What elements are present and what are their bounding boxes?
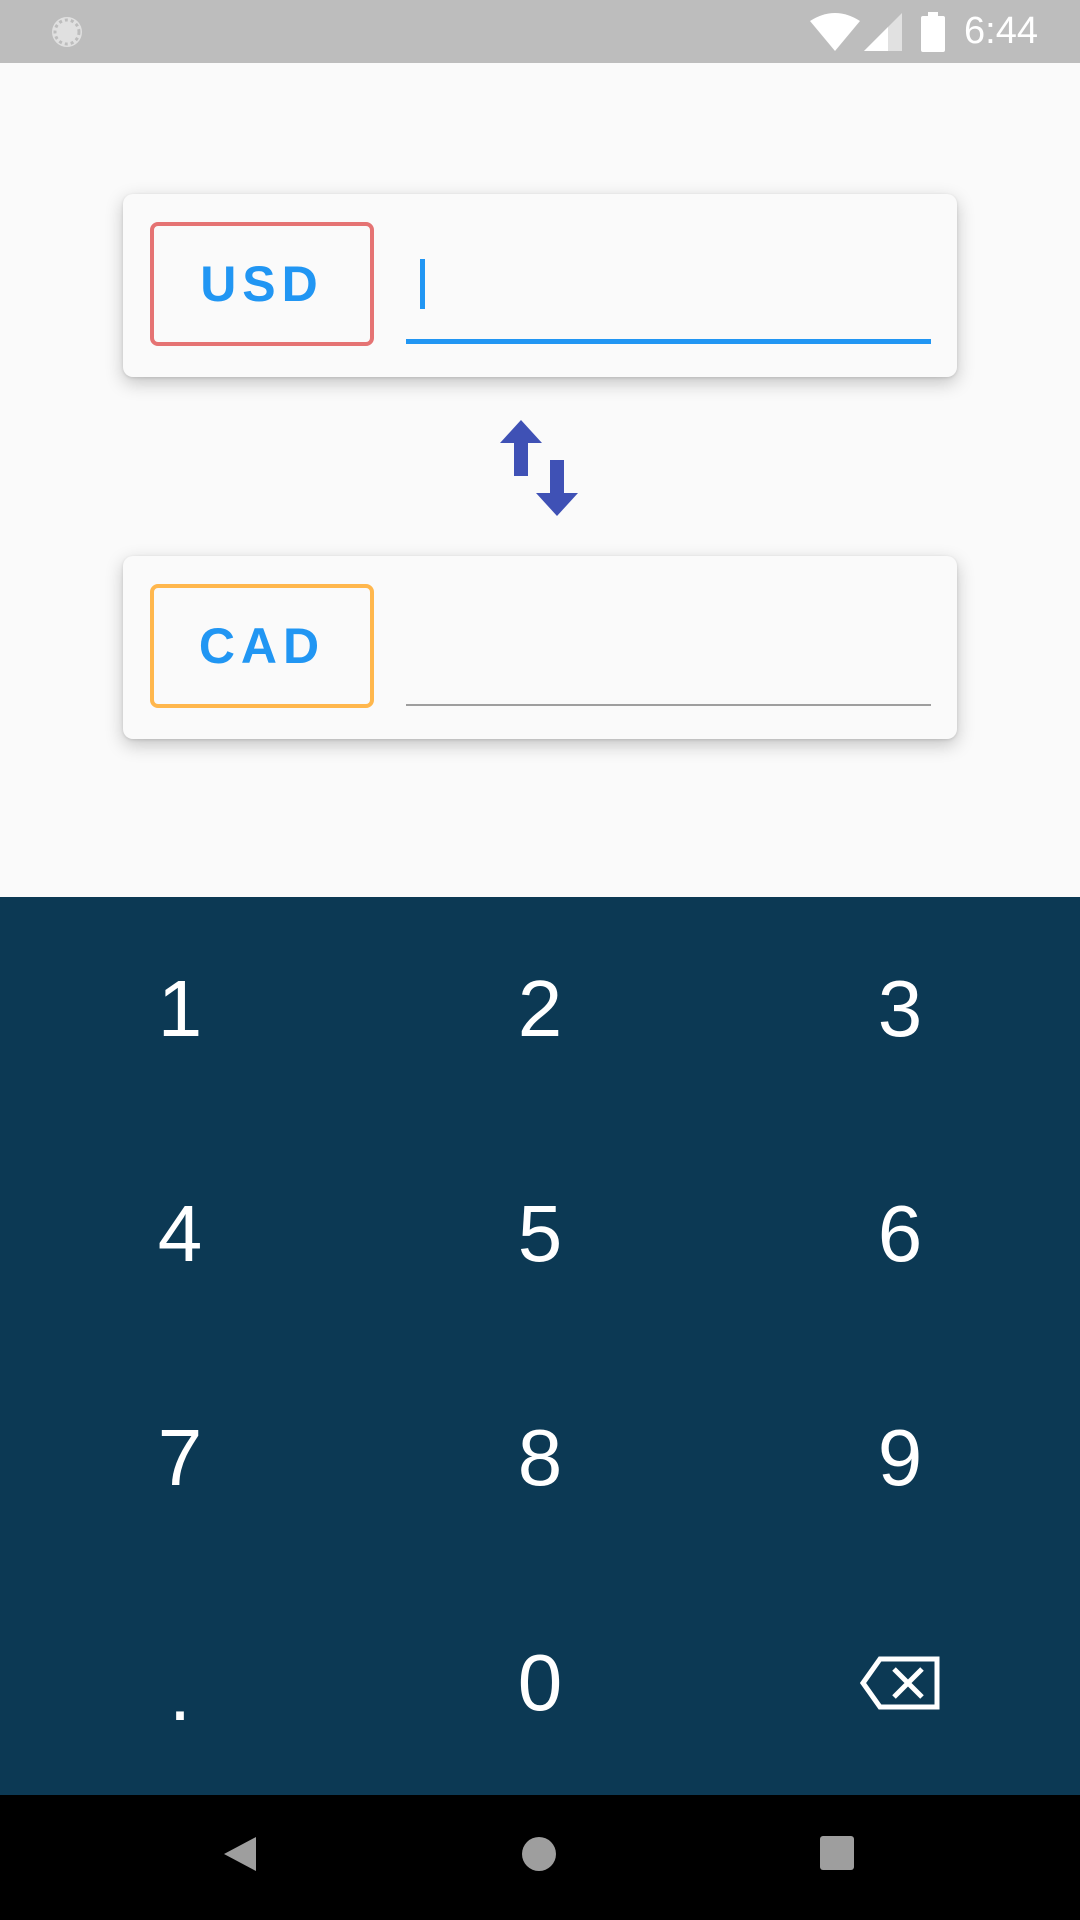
back-icon[interactable] [222,1835,258,1873]
to-currency-card: CAD [123,556,957,739]
from-currency-button[interactable]: USD [150,222,374,346]
key-6[interactable]: 6 [720,1122,1080,1347]
key-label: 8 [517,1413,563,1503]
swap-vertical-icon[interactable] [500,418,578,518]
from-amount-input[interactable] [406,224,931,344]
loading-icon [52,17,82,47]
to-currency-label: CAD [198,618,326,674]
key-label: 9 [877,1413,923,1503]
key-decimal[interactable]: . [0,1571,360,1796]
key-2[interactable]: 2 [360,897,720,1122]
key-0[interactable]: 0 [360,1571,720,1796]
key-label: 3 [877,964,923,1054]
backspace-icon [860,1656,940,1710]
to-currency-button[interactable]: CAD [150,584,374,708]
key-label: 1 [157,964,203,1054]
key-backspace[interactable] [720,1571,1080,1796]
status-time: 6:44 [964,10,1038,52]
from-currency-card: USD [123,194,957,377]
numeric-keypad: 1 2 3 4 5 6 7 8 9 . 0 [0,897,1080,1795]
key-label: 5 [517,1188,563,1278]
from-currency-label: USD [200,256,324,312]
to-amount-input[interactable] [406,586,931,706]
from-amount-underline [406,339,931,344]
battery-icon [921,12,945,52]
cell-signal-icon [864,13,902,51]
to-amount-underline [406,704,931,706]
key-7[interactable]: 7 [0,1346,360,1571]
key-label: . [168,1647,192,1737]
key-8[interactable]: 8 [360,1346,720,1571]
key-1[interactable]: 1 [0,897,360,1122]
navigation-bar [0,1795,1080,1920]
key-label: 2 [517,964,563,1054]
key-label: 0 [517,1637,563,1727]
key-label: 6 [877,1188,923,1278]
key-label: 4 [157,1188,203,1278]
key-label: 7 [157,1413,203,1503]
key-3[interactable]: 3 [720,897,1080,1122]
wifi-icon [810,13,860,51]
status-bar: 6:44 [0,0,1080,63]
key-9[interactable]: 9 [720,1346,1080,1571]
recents-icon[interactable] [820,1836,854,1870]
text-cursor [420,259,425,309]
home-icon[interactable] [520,1835,558,1873]
key-5[interactable]: 5 [360,1122,720,1347]
key-4[interactable]: 4 [0,1122,360,1347]
